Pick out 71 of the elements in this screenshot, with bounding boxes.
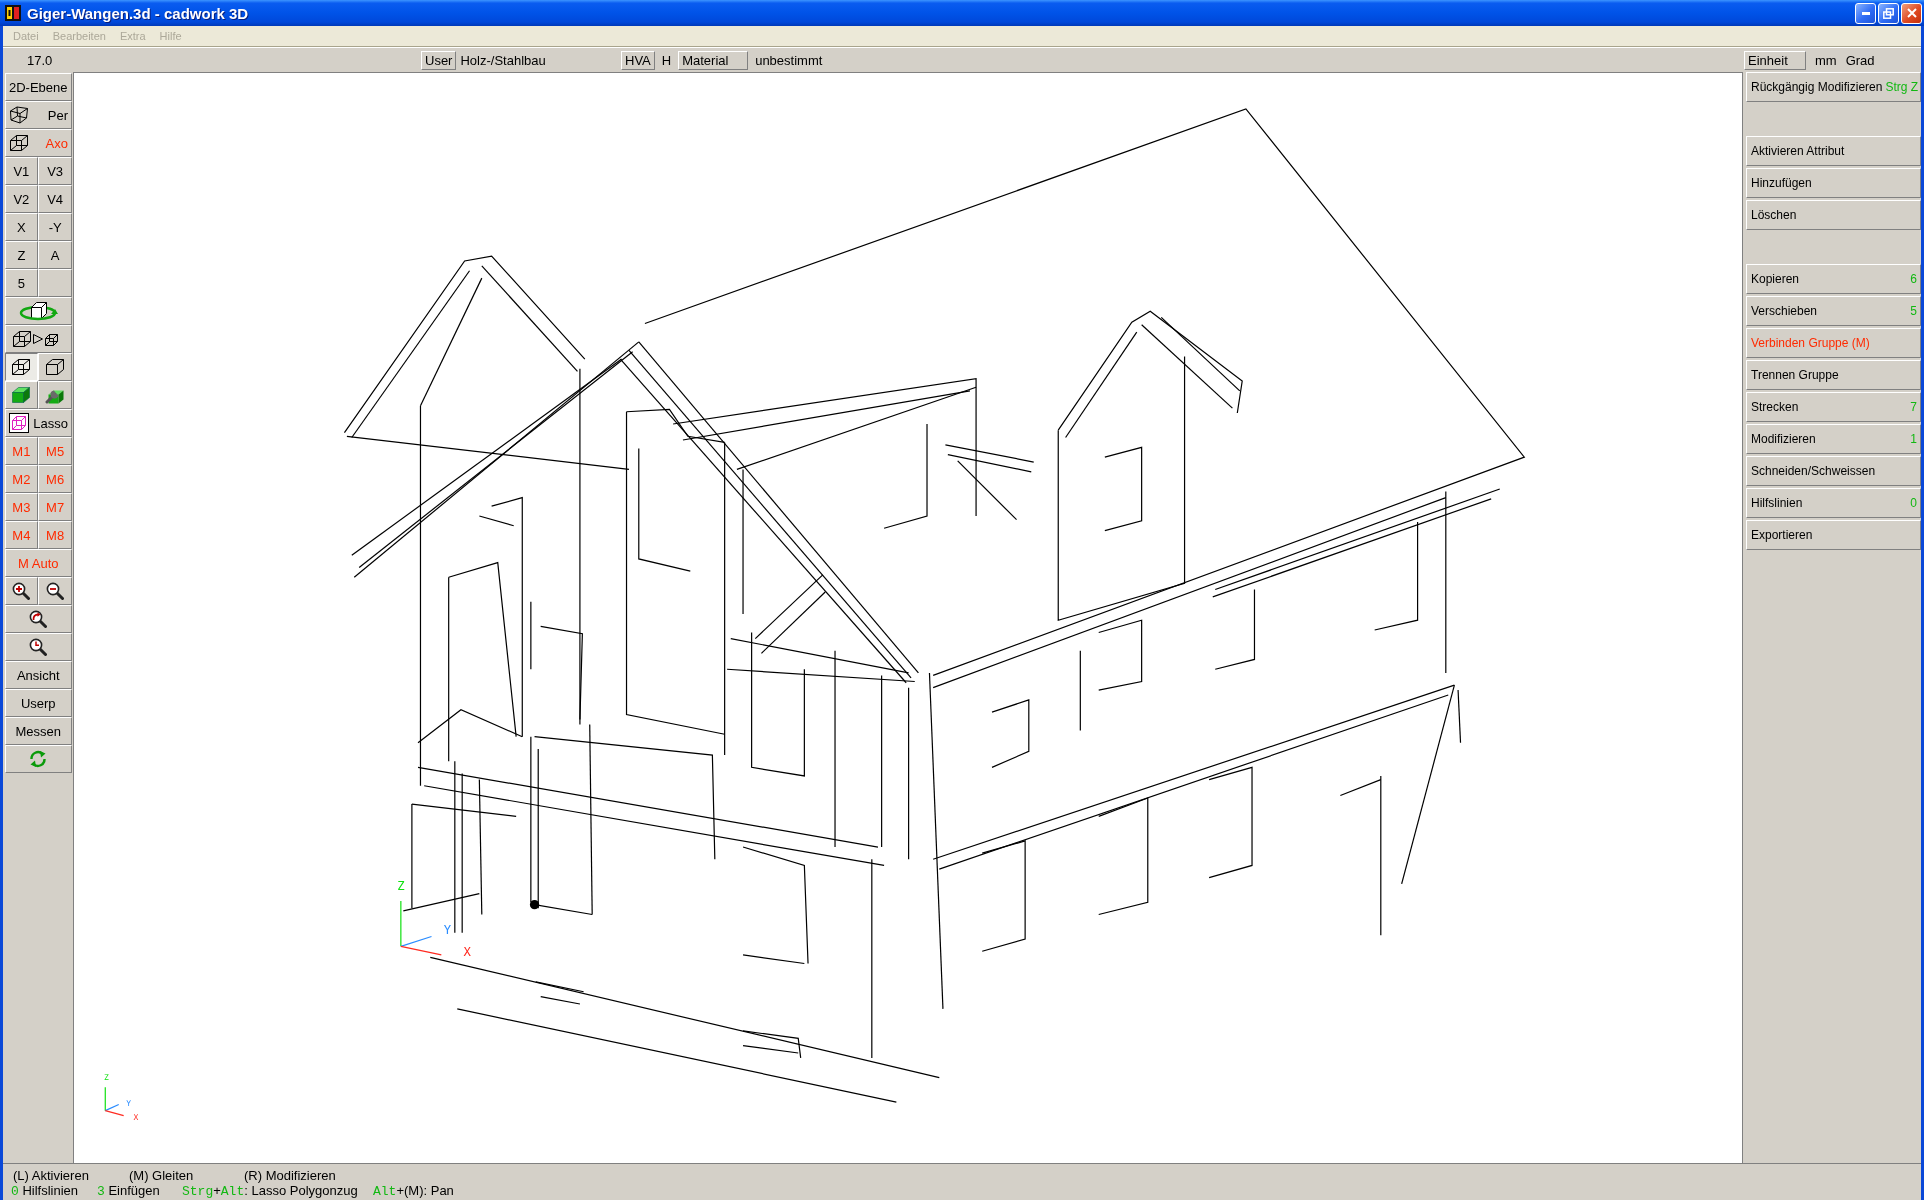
tool-button[interactable]: Messen [4, 717, 72, 745]
command-button[interactable]: Hilfslinien 0 [1746, 488, 1921, 518]
restore-icon [1883, 7, 1894, 19]
command-button[interactable]: Kopieren 6 [1746, 264, 1921, 294]
toolbar-label: unbestimmt [755, 52, 823, 68]
tool-button[interactable]: V4 [38, 185, 72, 213]
status-hint: (R) Modifizieren [244, 1167, 336, 1183]
axis-label: Z [397, 879, 405, 894]
zoom-out-icon [46, 582, 65, 600]
toolbar-label: Holz-/Stahlbau [460, 52, 546, 68]
command-button[interactable]: Exportieren [1746, 520, 1921, 550]
command-button[interactable]: Modifizieren 1 [1746, 424, 1921, 454]
command-button[interactable]: Rückgängig Modifizieren Strg Z [1746, 72, 1921, 102]
wireframe-cube-icon [11, 358, 32, 376]
close-button[interactable] [1901, 2, 1922, 24]
toolbar-label: mm [1815, 52, 1837, 68]
tool-button[interactable]: A [38, 241, 72, 269]
status-hint: (M) Gleiten [129, 1167, 194, 1183]
refresh-icon [28, 750, 49, 768]
command-button[interactable]: Hinzufügen [1746, 168, 1921, 198]
version-label: 17.0 [26, 52, 53, 68]
command-button[interactable]: Aktivieren Attribut [1746, 136, 1921, 166]
tool-button[interactable]: Userp [4, 689, 72, 717]
status-hint: 3 Einfügen [97, 1183, 160, 1198]
status-hint: (L) Aktivieren [13, 1167, 89, 1183]
axis-label: Y [443, 923, 452, 938]
tool-button[interactable]: -Y [38, 213, 72, 241]
restore-button[interactable] [1878, 2, 1899, 24]
status-hint: 0 Hilfslinien [11, 1183, 79, 1198]
toolbar-label: H [661, 52, 672, 68]
tool-button[interactable]: 2D-Ebene [4, 73, 72, 101]
command-button[interactable]: Verschieben 5 [1746, 296, 1921, 326]
tool-button[interactable]: X [4, 213, 39, 241]
axis-label: X [463, 945, 471, 960]
tool-button[interactable]: Lasso [4, 409, 72, 437]
cube-icon [45, 358, 66, 376]
solid-cube-icon [11, 386, 32, 404]
wireframe-cube-icon [8, 134, 29, 152]
tool-button[interactable]: Z [4, 241, 39, 269]
toolbar-label: Grad [1845, 52, 1875, 68]
toolbar-button[interactable]: Material [678, 50, 749, 70]
command-button[interactable]: Löschen [1746, 200, 1921, 230]
minimize-icon [1861, 11, 1870, 15]
command-button[interactable]: Schneiden/Schweissen [1746, 456, 1921, 486]
tool-button[interactable]: Per [4, 101, 72, 129]
tool-button[interactable]: V2 [4, 185, 39, 213]
tool-button[interactable]: V3 [38, 157, 72, 185]
tool-button[interactable]: Ansicht [4, 661, 72, 689]
tool-button[interactable]: V1 [4, 157, 39, 185]
axes-icon [400, 900, 442, 956]
minimize-button[interactable] [1855, 2, 1876, 24]
toolbar-button[interactable]: HVA [621, 50, 655, 70]
framed-cube-icon [8, 413, 29, 433]
magnifier-clock-icon [29, 638, 48, 656]
zoom-in-icon [12, 582, 31, 600]
blank-button[interactable] [38, 269, 72, 297]
command-button[interactable]: Trennen Gruppe [1746, 360, 1921, 390]
toolbar-button[interactable]: Einheit [1744, 50, 1806, 70]
status-hint: Strg+Alt: Lasso Polygonzug [182, 1183, 358, 1198]
axes-icon [104, 1086, 125, 1117]
status-hint: Alt+(M): Pan [373, 1183, 454, 1198]
tool-button[interactable] [4, 353, 39, 381]
command-button[interactable]: Strecken 7 [1746, 392, 1921, 422]
tool-button[interactable]: 5 [4, 269, 39, 297]
magnifier-arrow-icon [29, 610, 48, 628]
app-icon [5, 5, 21, 21]
window-title: Giger-Wangen.3d - cadwork 3D [27, 4, 249, 22]
perspective-cube-icon [8, 106, 29, 124]
rotate-cube-icon [18, 300, 59, 322]
toolbar-button[interactable]: User [421, 50, 457, 70]
close-icon [1906, 8, 1917, 18]
